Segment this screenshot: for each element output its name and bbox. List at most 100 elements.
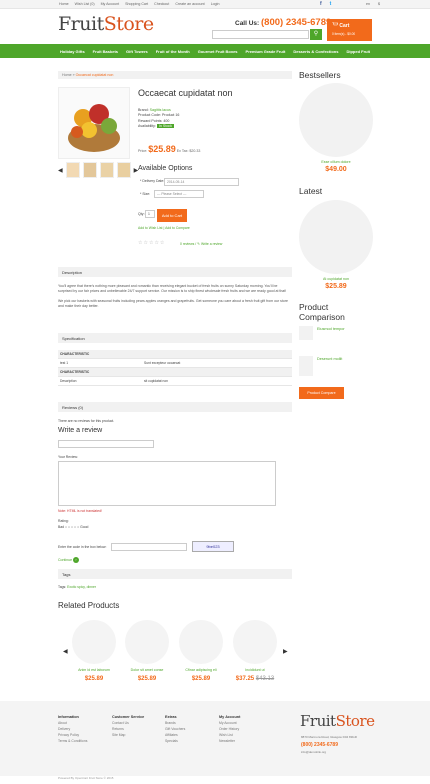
bestseller-name[interactable]: Esse cillum dolore (299, 160, 373, 164)
cart-button[interactable]: Cart 0 item(s) - $0.00 (327, 19, 372, 41)
html-note: Note: HTML is not translated! (58, 509, 102, 513)
compare-item[interactable]: Deserunt mollit (317, 357, 342, 361)
footer-link[interactable]: Contact Us (112, 721, 129, 725)
compare-thumb[interactable] (299, 356, 313, 376)
footer-link[interactable]: My Account (219, 721, 237, 725)
compare-item[interactable]: Eiusmod tempor (317, 327, 345, 331)
footer-link[interactable]: Site Map (112, 733, 125, 737)
footer-link[interactable]: Affiliates (165, 733, 178, 737)
latest-image[interactable] (299, 200, 373, 274)
nav-item-boxes[interactable]: Gourmet Fruit Boxes (198, 49, 238, 54)
footer-link[interactable]: About (58, 721, 67, 725)
radio-button[interactable]: ○ (68, 525, 70, 529)
add-to-compare-link[interactable]: Add to Compare (165, 226, 190, 230)
footer-logo[interactable]: FruitStore (300, 712, 375, 730)
footer-address: 8870 Marmora Road, Glasgow D04 89GR (301, 735, 357, 739)
latest-name[interactable]: At cupidatat non (299, 277, 373, 281)
footer-link[interactable]: Brands (165, 721, 176, 725)
footer-link[interactable]: Wish List (219, 733, 233, 737)
top-links: Home Wish List (0) My Account Shopping C… (59, 2, 219, 6)
add-to-cart-button[interactable]: Add to Cart (157, 209, 187, 222)
product-compare-button[interactable]: Product Compare (299, 387, 344, 399)
tag-link[interactable]: Exotic spicy, dinner (67, 585, 96, 589)
top-link-wishlist[interactable]: Wish List (0) (75, 2, 95, 6)
captcha-input[interactable] (111, 543, 187, 551)
footer-link[interactable]: Terms & Conditions (58, 739, 87, 743)
radio-button[interactable]: ○ (74, 525, 76, 529)
footer-email[interactable]: info@demolink.org (301, 750, 326, 754)
product-thumbnails: ◀ ▶ (58, 162, 138, 178)
logo[interactable]: FruitStore (58, 13, 154, 35)
radio-button[interactable]: ○ (65, 525, 67, 529)
product-main-image[interactable] (58, 87, 130, 159)
search-input[interactable] (212, 30, 309, 39)
nav-item-premium[interactable]: Premium Grade Fruit (246, 49, 286, 54)
name-field[interactable] (58, 440, 154, 448)
nav-item-dipped[interactable]: Dipped Fruit (346, 49, 370, 54)
reviews-link[interactable]: 0 reviews (180, 242, 194, 246)
write-review-title: Write a review (58, 427, 103, 434)
footer-link[interactable]: Privacy Policy (58, 733, 79, 737)
size-select[interactable]: --- Please Select --- (154, 190, 204, 198)
arrow-right-icon[interactable]: ▶ (283, 648, 288, 655)
top-link-cart[interactable]: Shopping Cart (125, 2, 148, 6)
call-us: Call Us: (800) 2345-6789 (235, 17, 332, 28)
nav-item-month[interactable]: Fruit of the Month (156, 49, 190, 54)
facebook-icon[interactable]: f (320, 1, 322, 7)
top-link-home[interactable]: Home (59, 2, 69, 6)
related-product[interactable]: Cfinar adipiscing eli $25.89 (176, 620, 226, 682)
top-link-register[interactable]: Create an account (175, 2, 204, 6)
search-button[interactable]: ⚲ (310, 29, 322, 40)
nav-item-holiday[interactable]: Holiday Gifts (60, 49, 85, 54)
related-product[interactable]: Dolor sit amet conse $25.89 (122, 620, 172, 682)
product-image (233, 620, 277, 664)
specification-header[interactable]: Specification (58, 333, 292, 343)
product-price: Price: $25.89 Ex Tax: $20.33 (138, 144, 201, 154)
related-product[interactable]: Anim id est laborum $25.89 (69, 620, 119, 682)
footer-link[interactable]: Delivery (58, 727, 70, 731)
pencil-icon: ✎ (197, 242, 200, 246)
delivery-date-input[interactable]: 2014-05-14 (164, 178, 239, 186)
nav-item-baskets[interactable]: Fruit Baskets (93, 49, 118, 54)
review-textarea[interactable] (58, 461, 276, 506)
compare-thumb[interactable] (299, 326, 313, 340)
rating-label: Rating: (58, 519, 69, 523)
arrow-left-icon[interactable]: ◀ (58, 167, 63, 174)
footer-service: Customer Service Contact Us Returns Site… (112, 715, 145, 737)
brand-link[interactable]: Sagittis lacus (150, 108, 171, 112)
thumbnail[interactable] (65, 162, 80, 178)
radio-button[interactable]: ○ (77, 525, 79, 529)
thumbnail[interactable] (116, 162, 131, 178)
footer-link[interactable]: Gift Vouchers (165, 727, 185, 731)
review-label: Your Review: (58, 455, 78, 459)
continue-link[interactable]: Continue › (58, 557, 79, 563)
latest-title: Latest (299, 186, 323, 196)
nav-item-towers[interactable]: Gift Towers (126, 49, 148, 54)
footer-link[interactable]: Returns (112, 727, 124, 731)
bestsellers-title: Bestsellers (299, 70, 341, 80)
description-header[interactable]: Description (58, 267, 292, 277)
arrow-left-icon[interactable]: ◀ (63, 648, 68, 655)
twitter-icon[interactable]: t (330, 1, 332, 7)
radio-button[interactable]: ○ (71, 525, 73, 529)
thumbnail[interactable] (99, 162, 114, 178)
thumbnail[interactable] (82, 162, 97, 178)
top-link-login[interactable]: Login (211, 2, 220, 6)
footer-link[interactable]: Order History (219, 727, 239, 731)
language-select[interactable]: en (366, 2, 370, 6)
related-product[interactable]: Incididunt ut $37.25 $43.13 (230, 620, 280, 682)
bestseller-image[interactable] (299, 83, 373, 157)
reviews-header[interactable]: Reviews (0) (58, 402, 292, 412)
top-link-checkout[interactable]: Checkout (154, 2, 169, 6)
nav-item-desserts[interactable]: Desserts & Confections (293, 49, 338, 54)
footer-link[interactable]: Newsletter (219, 739, 235, 743)
lang-currency: en $ (366, 2, 380, 6)
write-review-link[interactable]: Write a review (201, 242, 222, 246)
breadcrumb-home[interactable]: Home (62, 73, 72, 77)
add-to-wishlist-link[interactable]: Add to Wish List (138, 226, 163, 230)
tags-header[interactable]: Tags (58, 569, 292, 579)
currency-select[interactable]: $ (378, 2, 380, 6)
top-link-account[interactable]: My Account (101, 2, 120, 6)
qty-input[interactable]: 1 (145, 210, 155, 218)
footer-link[interactable]: Specials (165, 739, 178, 743)
